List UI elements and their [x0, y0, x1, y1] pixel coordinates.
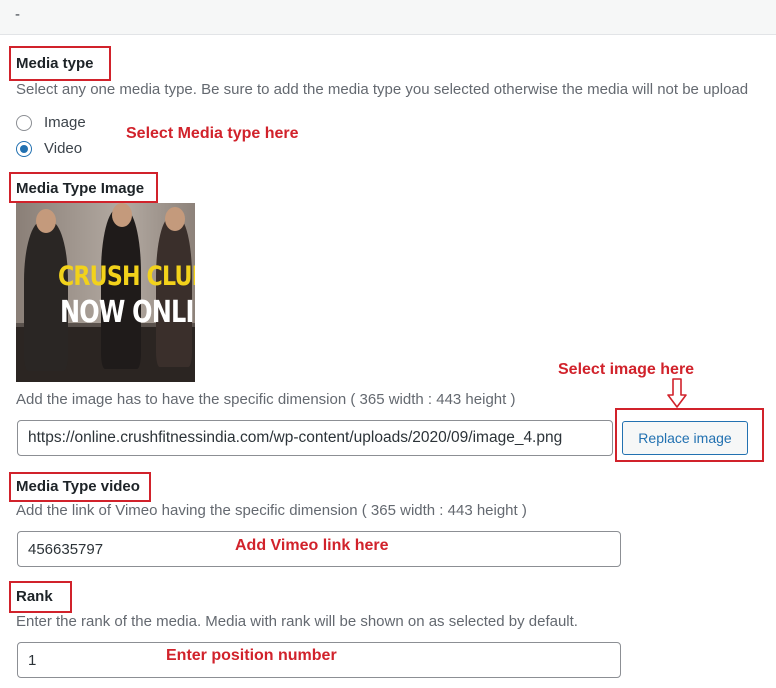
image-radio[interactable]: [16, 114, 32, 131]
thumbnail-head: [165, 207, 185, 231]
media-type-image-heading: Media Type Image: [16, 180, 145, 197]
video-radio-label: Video: [44, 140, 83, 157]
media-thumbnail: CRUSH CLUB NOW ONLINE.: [16, 203, 195, 382]
top-bar-text: -: [15, 6, 20, 23]
rank-heading: Rank: [16, 588, 53, 605]
replace-image-button[interactable]: Replace image: [622, 421, 748, 455]
arrow-down-icon: [667, 378, 687, 408]
vimeo-link-annotation: Add Vimeo link here: [235, 537, 389, 554]
rank-description: Enter the rank of the media. Media with …: [16, 613, 578, 630]
media-type-option-video[interactable]: Video: [16, 140, 82, 157]
video-radio[interactable]: [16, 140, 32, 157]
thumbnail-text-line2: NOW ONLINE.: [60, 295, 195, 330]
top-bar: -: [0, 0, 776, 35]
media-type-video-description: Add the link of Vimeo having the specifi…: [16, 502, 527, 519]
image-radio-label: Image: [44, 114, 86, 131]
media-type-annotation: Select Media type here: [126, 125, 299, 142]
thumbnail-person: [156, 217, 192, 367]
media-type-heading: Media type: [16, 55, 94, 72]
media-type-image-description: Add the image has to have the specific d…: [16, 391, 516, 408]
image-url-field[interactable]: [17, 420, 613, 456]
thumbnail-head: [112, 203, 132, 227]
rank-annotation: Enter position number: [166, 647, 337, 664]
thumbnail-head: [36, 209, 56, 233]
media-type-description: Select any one media type. Be sure to ad…: [16, 81, 749, 98]
media-type-option-image[interactable]: Image: [16, 114, 86, 131]
media-type-video-heading: Media Type video: [16, 478, 140, 495]
thumbnail-text-line1: CRUSH CLUB: [58, 261, 195, 292]
